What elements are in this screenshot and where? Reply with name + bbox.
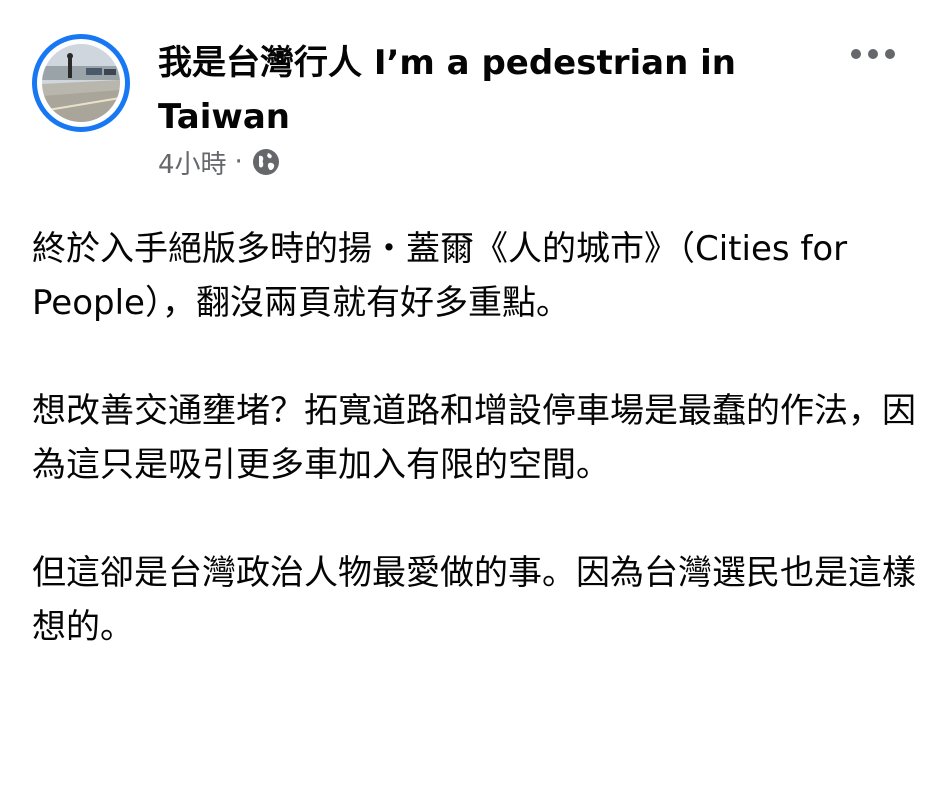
page-name-link[interactable]: 我是台灣行人 I’m a pedestrian in Taiwan [158,36,818,144]
facebook-post: 我是台灣行人 I’m a pedestrian in Taiwan 4小時 · … [0,0,945,786]
street-photo-image [42,44,120,122]
post-paragraph: 想改善交通壅堵？拓寬道路和增設停車場是最蠢的作法，因為這只是吸引更多車加入有限的… [32,391,916,485]
more-options-button[interactable] [844,36,902,72]
avatar[interactable] [32,34,130,132]
timestamp-link[interactable]: 4小時 [158,144,227,181]
post-paragraph: 終於入手絕版多時的揚・蓋爾《人的城市》（Cities for People），翻… [32,229,858,323]
more-horizontal-icon [851,49,895,59]
avatar-photo [42,44,120,122]
post-paragraph: 但這卻是台灣政治人物最愛做的事。因為台灣選民也是這樣想的。 [32,553,916,647]
post-meta: 4小時 · [158,142,281,182]
meta-separator: · [234,147,243,177]
globe-icon[interactable] [251,147,281,177]
post-message: 終於入手絕版多時的揚・蓋爾《人的城市》（Cities for People），翻… [32,222,922,654]
